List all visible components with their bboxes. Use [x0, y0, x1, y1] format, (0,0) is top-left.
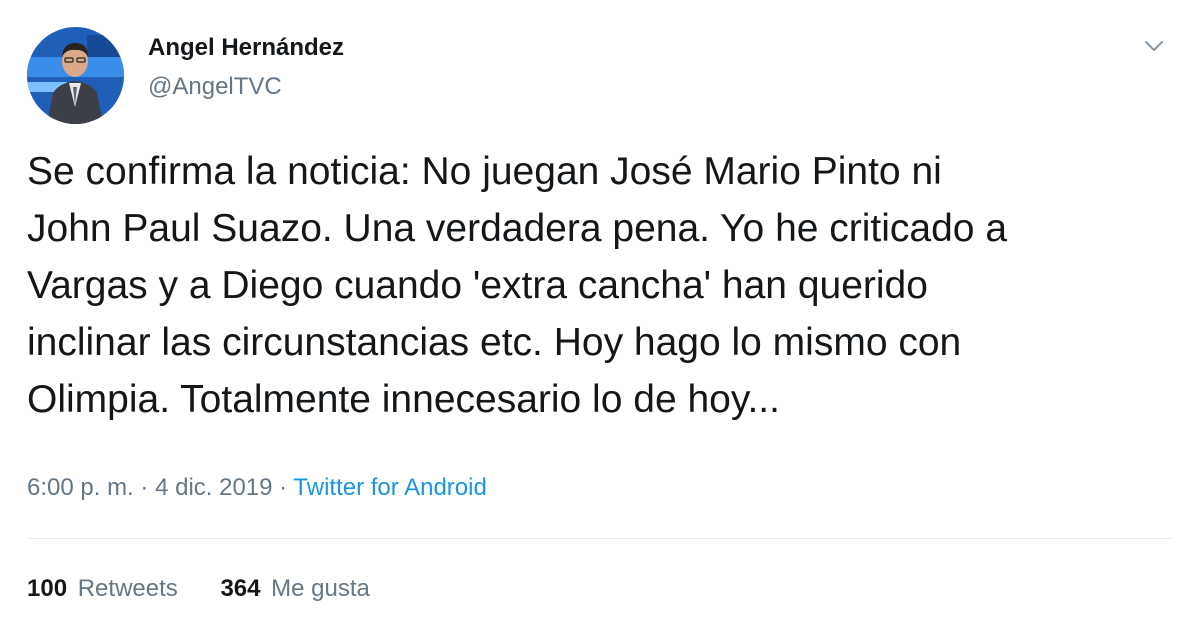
retweets-count: 100 — [27, 575, 68, 602]
retweets-stat[interactable]: 100 Retweets — [27, 575, 178, 603]
retweets-label: Retweets — [77, 575, 178, 602]
meta-separator: · — [279, 474, 288, 501]
user-handle[interactable]: @AngelTVC — [148, 73, 282, 101]
tweet-metadata: 6:00 p. m. · 4 dic. 2019 · Twitter for A… — [27, 474, 487, 502]
likes-label: Me gusta — [271, 575, 370, 602]
tweet-date[interactable]: 4 dic. 2019 — [155, 474, 272, 501]
chevron-down-icon[interactable] — [1140, 34, 1168, 58]
display-name[interactable]: Angel Hernández — [148, 34, 344, 62]
avatar[interactable] — [27, 27, 124, 124]
divider — [27, 538, 1172, 539]
tweet-text: Se confirma la noticia: No juegan José M… — [27, 150, 1008, 421]
tweet-source-link[interactable]: Twitter for Android — [293, 474, 486, 501]
avatar-image — [27, 27, 124, 124]
likes-count: 364 — [220, 575, 261, 602]
meta-separator: · — [140, 474, 149, 501]
tweet-card: Angel Hernández @AngelTVC Se confirma la… — [0, 0, 1200, 634]
tweet-time[interactable]: 6:00 p. m. — [27, 474, 134, 501]
tweet-stats: 100 Retweets 364 Me gusta — [27, 575, 406, 603]
likes-stat[interactable]: 364 Me gusta — [220, 575, 369, 603]
